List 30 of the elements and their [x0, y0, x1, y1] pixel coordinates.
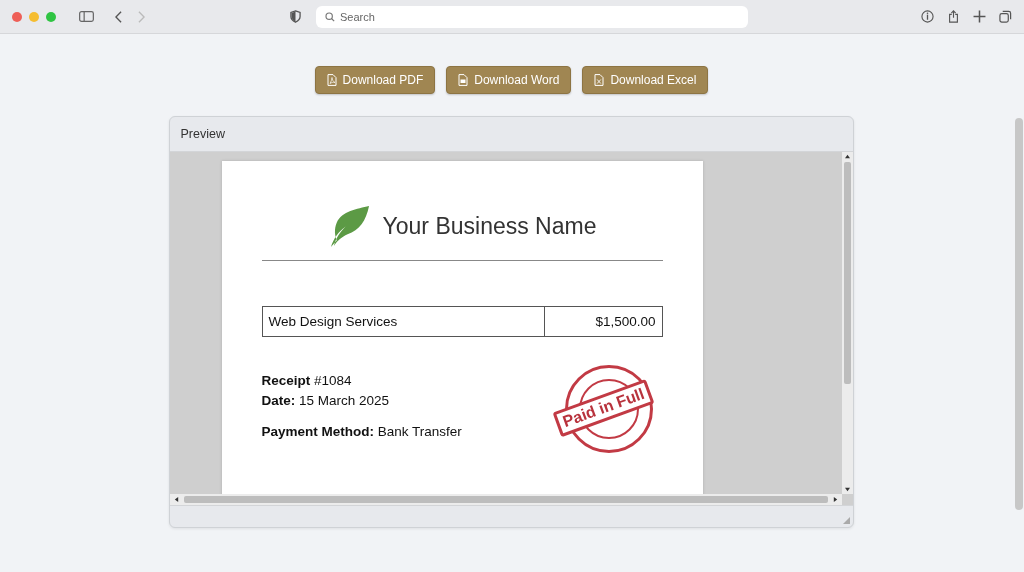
back-icon[interactable]: [115, 10, 122, 23]
business-name: Your Business Name: [382, 213, 597, 240]
scroll-down-icon[interactable]: [844, 487, 850, 492]
table-cell: $1,500.00: [544, 306, 662, 337]
search-field[interactable]: Search: [316, 5, 748, 28]
panel-title: Preview: [180, 127, 225, 141]
table-cell: Web Design Services: [262, 306, 544, 337]
close-window-icon[interactable]: [12, 11, 22, 22]
download-button[interactable]: Download Word: [446, 66, 572, 94]
tabs-overview-icon[interactable]: [999, 10, 1012, 23]
payment-method: Payment Method: Bank Transfer: [261, 423, 462, 441]
download-button[interactable]: Download Excel: [582, 66, 709, 94]
download-button[interactable]: Download PDF: [314, 66, 436, 94]
receipt-detail: Date: 15 March 2025: [261, 392, 391, 410]
scroll-left-icon[interactable]: [173, 497, 179, 502]
word-file-icon: [458, 74, 469, 86]
receipt-detail: Receipt #1084: [261, 372, 353, 390]
vertical-scrollbar[interactable]: [841, 152, 853, 494]
info-icon[interactable]: [921, 10, 934, 23]
search-icon: [325, 11, 335, 22]
scroll-up-icon[interactable]: [844, 154, 850, 159]
scroll-right-icon[interactable]: [832, 497, 838, 502]
horizontal-scrollbar[interactable]: [169, 494, 842, 505]
excel-file-icon: [594, 74, 605, 86]
resize-grip-icon[interactable]: [842, 517, 850, 524]
shield-icon[interactable]: [290, 10, 301, 23]
pdf-file-icon: [326, 74, 337, 86]
sidebar-icon[interactable]: [79, 10, 94, 23]
share-icon[interactable]: [947, 10, 960, 23]
plus-icon[interactable]: [973, 10, 986, 23]
